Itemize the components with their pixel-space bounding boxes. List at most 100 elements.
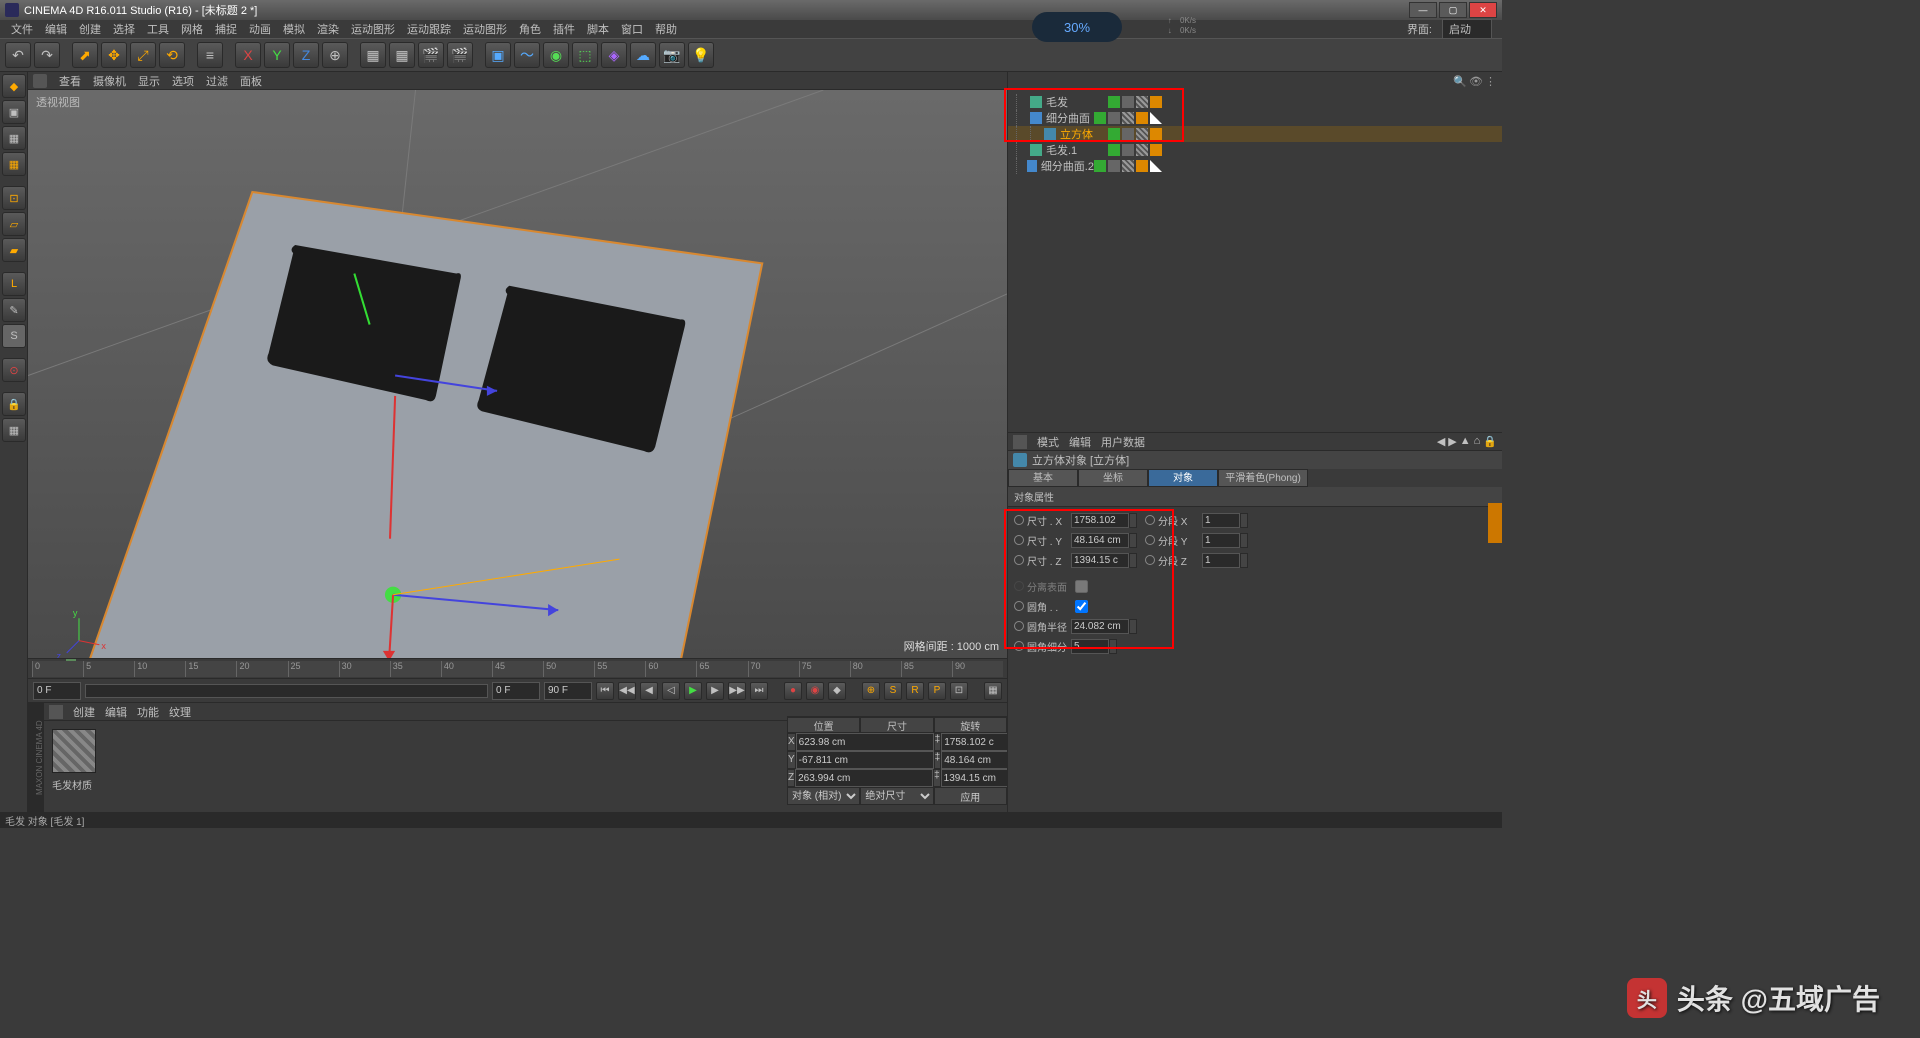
layout-btn[interactable]: ▦ <box>984 682 1002 700</box>
keyframe-sel[interactable]: ◆ <box>828 682 846 700</box>
select-tool[interactable]: ⬈ <box>72 42 98 68</box>
deformer-tool[interactable]: ◈ <box>601 42 627 68</box>
attr-menu-mode[interactable]: 模式 <box>1037 434 1059 450</box>
seg-x-input[interactable] <box>1202 513 1240 528</box>
scale-key[interactable]: S <box>884 682 902 700</box>
prev-frame[interactable]: ◀ <box>640 682 658 700</box>
move-tool[interactable]: ✥ <box>101 42 127 68</box>
cube-primitive[interactable]: ▣ <box>485 42 511 68</box>
menu-edit[interactable]: 编辑 <box>39 21 73 37</box>
undo-button[interactable]: ↶ <box>5 42 31 68</box>
point-mode[interactable]: ⊡ <box>2 186 26 210</box>
fillet-sub-input[interactable] <box>1071 639 1109 654</box>
view-tab-display[interactable]: 显示 <box>138 73 160 89</box>
mat-menu-create[interactable]: 创建 <box>73 704 95 720</box>
picture-viewer[interactable]: 🎬 <box>447 42 473 68</box>
fillet-checkbox[interactable] <box>1075 600 1088 613</box>
workplane-mode[interactable]: ▦ <box>2 152 26 176</box>
attr-menu-userdata[interactable]: 用户数据 <box>1101 434 1145 450</box>
attr-tab-coord[interactable]: 坐标 <box>1078 469 1148 487</box>
end-frame-input[interactable] <box>544 682 592 700</box>
scale-tool[interactable]: ⤢ <box>130 42 156 68</box>
coord-mode-select[interactable]: 对象 (相对) <box>787 787 860 805</box>
locked-button[interactable]: 🔒 <box>2 392 26 416</box>
goto-start[interactable]: ⏮ <box>596 682 614 700</box>
prev-key[interactable]: ◀◀ <box>618 682 636 700</box>
timeline-ruler[interactable]: 051015202530354045505560657075808590 <box>28 658 1007 678</box>
view-tab-view[interactable]: 查看 <box>59 73 81 89</box>
snap-button[interactable]: ⊙ <box>2 358 26 382</box>
tree-item[interactable]: 细分曲面.2 <box>1008 158 1502 174</box>
next-frame[interactable]: ▶ <box>706 682 724 700</box>
seg-y-input[interactable] <box>1202 533 1240 548</box>
camera-tool[interactable]: 📷 <box>659 42 685 68</box>
menu-tracker[interactable]: 运动跟踪 <box>401 21 457 37</box>
attr-nav-fwd[interactable]: ▶ <box>1448 435 1456 448</box>
editable-button[interactable]: ◆ <box>2 74 26 98</box>
pos-X[interactable] <box>796 733 934 751</box>
seg-z-input[interactable] <box>1202 553 1240 568</box>
coord-apply-button[interactable]: 应用 <box>934 787 1007 805</box>
menu-help[interactable]: 帮助 <box>649 21 683 37</box>
obj-search-icon[interactable]: 🔍 <box>1453 75 1465 87</box>
rotate-tool[interactable]: ⟲ <box>159 42 185 68</box>
world-axis[interactable]: ⊕ <box>322 42 348 68</box>
polygon-mode[interactable]: ▰ <box>2 238 26 262</box>
tree-item[interactable]: 细分曲面 <box>1008 110 1502 126</box>
autokey-button[interactable]: ◉ <box>806 682 824 700</box>
attr-tab-phong[interactable]: 平滑着色(Phong) <box>1218 469 1308 487</box>
environment[interactable]: ☁ <box>630 42 656 68</box>
nurbs-tool[interactable]: ◉ <box>543 42 569 68</box>
obj-menu-icon[interactable]: ⋮ <box>1485 75 1497 87</box>
axis-mode[interactable]: L <box>2 272 26 296</box>
z-axis-lock[interactable]: Z <box>293 42 319 68</box>
menu-mograph[interactable]: 运动图形 <box>345 21 401 37</box>
edge-mode[interactable]: ▱ <box>2 212 26 236</box>
attr-nav-home[interactable]: ⌂ <box>1474 435 1481 448</box>
pos-Z[interactable] <box>795 769 933 787</box>
render-settings[interactable]: 🎬 <box>418 42 444 68</box>
goto-end[interactable]: ⏭ <box>750 682 768 700</box>
mat-menu-edit[interactable]: 编辑 <box>105 704 127 720</box>
pos-key[interactable]: ⊕ <box>862 682 880 700</box>
tree-item[interactable]: 毛发 <box>1008 94 1502 110</box>
s-mode[interactable]: S <box>2 324 26 348</box>
coord-size-mode[interactable]: 绝对尺寸 <box>860 787 933 805</box>
menu-simulate[interactable]: 模拟 <box>277 21 311 37</box>
tree-item[interactable]: 立方体 <box>1008 126 1502 142</box>
attr-nav-back[interactable]: ◀ <box>1437 435 1445 448</box>
menu-mesh[interactable]: 网格 <box>175 21 209 37</box>
render-view[interactable]: ▦ <box>360 42 386 68</box>
menu-create[interactable]: 创建 <box>73 21 107 37</box>
attr-nav-lock[interactable]: 🔒 <box>1483 435 1497 448</box>
array-tool[interactable]: ⬚ <box>572 42 598 68</box>
attr-tab-basic[interactable]: 基本 <box>1008 469 1078 487</box>
mat-menu-tex[interactable]: 纹理 <box>169 704 191 720</box>
menu-script[interactable]: 脚本 <box>581 21 615 37</box>
menu-select[interactable]: 选择 <box>107 21 141 37</box>
menu-animate[interactable]: 动画 <box>243 21 277 37</box>
next-key[interactable]: ▶▶ <box>728 682 746 700</box>
menu-render[interactable]: 渲染 <box>311 21 345 37</box>
minimize-button[interactable]: — <box>1409 2 1437 18</box>
pla-key[interactable]: ⊡ <box>950 682 968 700</box>
attr-nav-up[interactable]: ▲ <box>1460 435 1471 448</box>
current-frame-input[interactable] <box>492 682 540 700</box>
view-tab-options[interactable]: 选项 <box>172 73 194 89</box>
menu-mograph2[interactable]: 运动图形 <box>457 21 513 37</box>
view-tab-panel[interactable]: 面板 <box>240 73 262 89</box>
size-y-input[interactable] <box>1071 533 1129 548</box>
maximize-button[interactable]: ▢ <box>1439 2 1467 18</box>
x-axis-lock[interactable]: X <box>235 42 261 68</box>
param-key[interactable]: P <box>928 682 946 700</box>
render-region[interactable]: ▦ <box>389 42 415 68</box>
menu-tools[interactable]: 工具 <box>141 21 175 37</box>
tree-item[interactable]: 毛发.1 <box>1008 142 1502 158</box>
menu-window[interactable]: 窗口 <box>615 21 649 37</box>
texture-mode[interactable]: ▦ <box>2 126 26 150</box>
mat-menu-func[interactable]: 功能 <box>137 704 159 720</box>
redo-button[interactable]: ↷ <box>34 42 60 68</box>
timeline-slider[interactable] <box>85 684 488 698</box>
close-button[interactable]: ✕ <box>1469 2 1497 18</box>
menu-character[interactable]: 角色 <box>513 21 547 37</box>
